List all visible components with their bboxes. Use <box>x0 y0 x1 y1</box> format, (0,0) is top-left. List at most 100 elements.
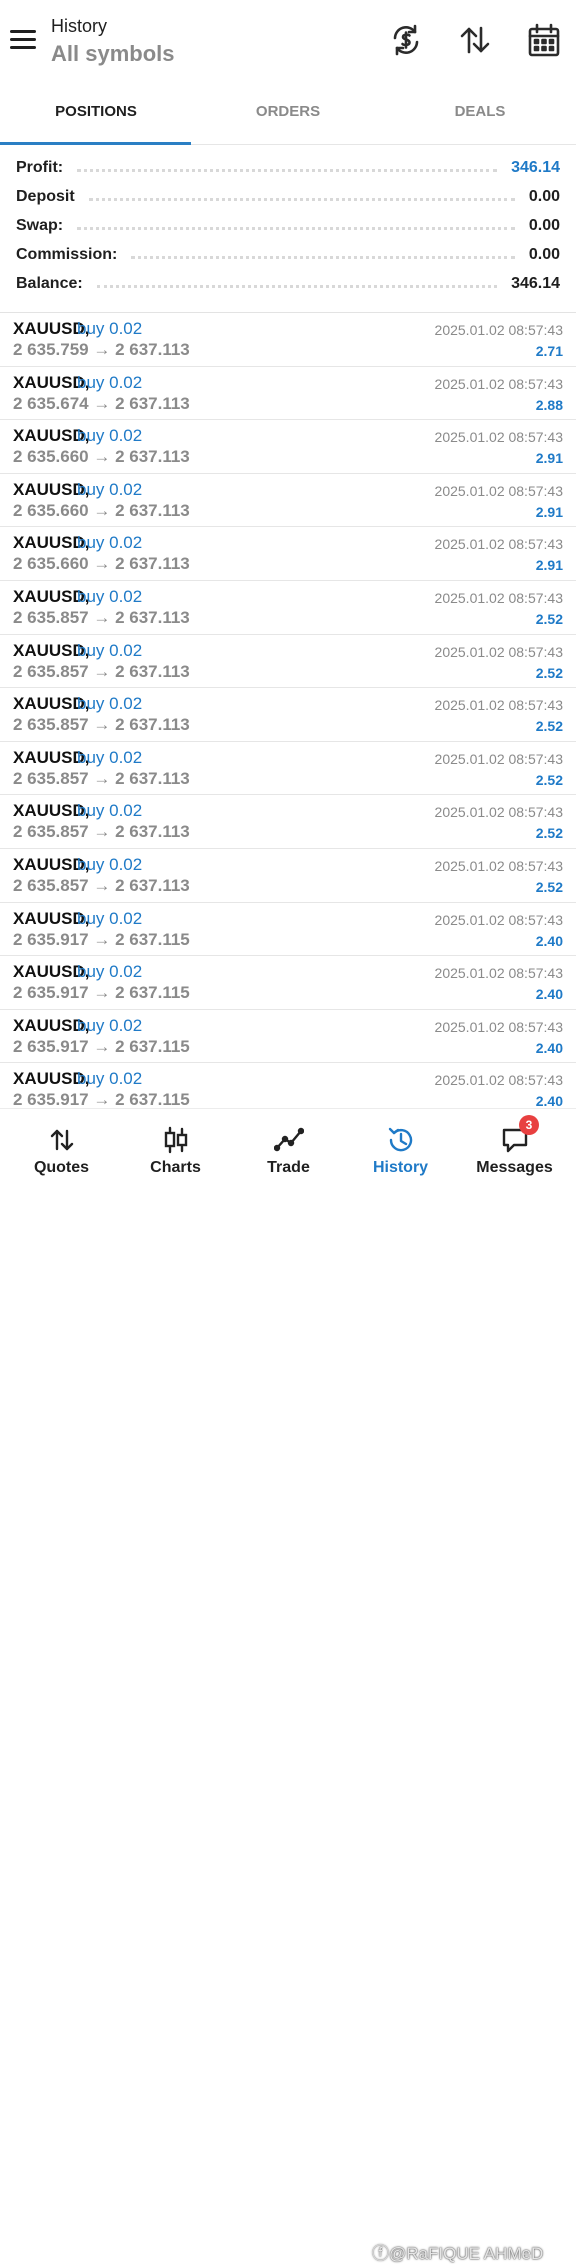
position-profit: 2.40 <box>535 1039 563 1056</box>
position-row[interactable]: XAUUSD, buy 0.02 2 635.759 → 2 637.113 2… <box>0 313 576 367</box>
nav-trade[interactable]: Trade <box>231 1109 346 1183</box>
position-profit: 2.52 <box>535 825 563 842</box>
position-prices: 2 635.857 → 2 637.113 <box>13 661 190 681</box>
profit-label: Profit: <box>16 159 64 176</box>
currency-sync-icon[interactable] <box>388 22 424 58</box>
hamburger-menu-icon[interactable] <box>10 30 36 52</box>
position-row[interactable]: XAUUSD, buy 0.02 2 635.917 → 2 637.115 2… <box>0 1010 576 1064</box>
swap-label: Swap: <box>16 217 64 234</box>
position-profit: 2.91 <box>535 503 563 520</box>
position-row[interactable]: XAUUSD, buy 0.02 2 635.917 → 2 637.115 2… <box>0 956 576 1010</box>
active-tab-indicator <box>0 142 191 145</box>
tab-deals[interactable]: DEALS <box>384 88 576 142</box>
position-prices: 2 635.857 → 2 637.113 <box>13 607 190 627</box>
position-row[interactable]: XAUUSD, buy 0.02 2 635.857 → 2 637.113 2… <box>0 849 576 903</box>
position-time: 2025.01.02 08:57:43 <box>434 965 563 982</box>
position-row[interactable]: XAUUSD, buy 0.02 2 635.857 → 2 637.113 2… <box>0 635 576 689</box>
position-row[interactable]: XAUUSD, buy 0.02 2 635.660 → 2 637.113 2… <box>0 527 576 581</box>
position-time: 2025.01.02 08:57:43 <box>434 536 563 553</box>
position-prices: 2 635.660 → 2 637.113 <box>13 554 190 574</box>
position-prices: 2 635.917 → 2 637.115 <box>13 983 190 1003</box>
position-time: 2025.01.02 08:57:43 <box>434 1072 563 1089</box>
position-direction: buy 0.02 <box>77 1069 143 1089</box>
position-profit: 2.91 <box>535 557 563 574</box>
position-direction: buy 0.02 <box>77 747 143 767</box>
trade-icon <box>273 1125 304 1155</box>
page-title: History <box>51 16 108 36</box>
nav-label: Trade <box>267 1159 310 1176</box>
position-row[interactable]: XAUUSD, buy 0.02 2 635.857 → 2 637.113 2… <box>0 581 576 635</box>
summary-row-profit: Profit: 346.14 <box>16 154 560 182</box>
tab-orders[interactable]: ORDERS <box>192 88 384 142</box>
position-prices: 2 635.857 → 2 637.113 <box>13 768 190 788</box>
symbol-filter[interactable]: All symbols <box>51 39 174 69</box>
position-profit: 2.88 <box>535 396 563 413</box>
dotted-leader <box>96 284 498 288</box>
title-block[interactable]: History All symbols <box>51 14 174 69</box>
position-time: 2025.01.02 08:57:43 <box>434 429 563 446</box>
dotted-leader <box>77 226 515 230</box>
nav-label: Charts <box>150 1159 201 1176</box>
nav-messages[interactable]: 3 Messages <box>457 1109 572 1183</box>
position-row[interactable]: XAUUSD, buy 0.02 2 635.857 → 2 637.113 2… <box>0 795 576 849</box>
position-prices: 2 635.674 → 2 637.113 <box>13 393 190 413</box>
commission-label: Commission: <box>16 246 118 263</box>
dotted-leader <box>131 255 515 259</box>
nav-quotes[interactable]: Quotes <box>4 1109 119 1183</box>
position-time: 2025.01.02 08:57:43 <box>434 911 563 928</box>
summary-row-deposit: Deposit 0.00 <box>16 183 560 211</box>
position-profit: 2.52 <box>535 771 563 788</box>
position-prices: 2 635.857 → 2 637.113 <box>13 875 190 895</box>
calendar-icon[interactable] <box>526 22 562 58</box>
nav-history[interactable]: History <box>343 1109 458 1183</box>
sort-icon[interactable] <box>457 22 493 58</box>
position-profit: 2.52 <box>535 718 563 735</box>
position-direction: buy 0.02 <box>77 908 143 928</box>
nav-label: History <box>372 1159 429 1176</box>
position-row[interactable]: XAUUSD, buy 0.02 2 635.660 → 2 637.113 2… <box>0 474 576 528</box>
dotted-leader <box>88 197 515 201</box>
position-time: 2025.01.02 08:57:43 <box>434 643 563 660</box>
position-time: 2025.01.02 08:57:43 <box>434 750 563 767</box>
profit-value: 346.14 <box>511 159 560 176</box>
position-prices: 2 635.917 → 2 637.115 <box>13 929 190 949</box>
position-prices: 2 635.917 → 2 637.115 <box>13 1036 190 1056</box>
dotted-leader <box>77 168 498 172</box>
position-direction: buy 0.02 <box>77 319 143 338</box>
position-direction: buy 0.02 <box>77 586 143 606</box>
tab-positions[interactable]: POSITIONS <box>0 88 192 142</box>
position-row[interactable]: XAUUSD, buy 0.02 2 635.674 → 2 637.113 2… <box>0 367 576 421</box>
position-prices: 2 635.857 → 2 637.113 <box>13 822 190 842</box>
position-profit: 2.91 <box>535 450 563 467</box>
position-prices: 2 635.759 → 2 637.113 <box>13 340 190 359</box>
position-direction: buy 0.02 <box>77 372 143 392</box>
position-row[interactable]: XAUUSD, buy 0.02 2 635.917 → 2 637.115 2… <box>0 903 576 957</box>
unread-badge: 3 <box>519 1115 539 1135</box>
position-profit: 2.52 <box>535 878 563 895</box>
position-direction: buy 0.02 <box>77 801 143 821</box>
position-time: 2025.01.02 08:57:43 <box>434 589 563 606</box>
position-row[interactable]: XAUUSD, buy 0.02 2 635.857 → 2 637.113 2… <box>0 688 576 742</box>
position-profit: 2.40 <box>535 932 563 949</box>
nav-charts[interactable]: Charts <box>118 1109 233 1183</box>
summary-row-commission: Commission: 0.00 <box>16 241 560 269</box>
deposit-value: 0.00 <box>528 188 560 205</box>
account-summary: Profit: 346.14 Deposit 0.00 Swap: 0.00 C… <box>0 154 576 313</box>
charts-icon <box>161 1125 191 1155</box>
position-direction: buy 0.02 <box>77 1015 143 1035</box>
quotes-icon <box>47 1125 77 1155</box>
position-prices: 2 635.660 → 2 637.113 <box>13 447 190 467</box>
position-row[interactable]: XAUUSD, buy 0.02 2 635.857 → 2 637.113 2… <box>0 742 576 796</box>
position-time: 2025.01.02 08:57:43 <box>434 804 563 821</box>
position-prices: 2 635.857 → 2 637.113 <box>13 715 190 735</box>
swap-value: 0.00 <box>528 217 560 234</box>
watermark-text: ⓕ@RaFIQUE AHMeD <box>372 2244 544 2263</box>
position-profit: 2.40 <box>535 1093 563 1110</box>
app-header: History All symbols <box>0 0 576 84</box>
position-row[interactable]: XAUUSD, buy 0.02 2 635.660 → 2 637.113 2… <box>0 420 576 474</box>
summary-row-swap: Swap: 0.00 <box>16 212 560 240</box>
balance-value: 346.14 <box>511 275 560 292</box>
position-time: 2025.01.02 08:57:43 <box>434 482 563 499</box>
position-direction: buy 0.02 <box>77 962 143 982</box>
positions-list: XAUUSD, buy 0.02 2 635.759 → 2 637.113 2… <box>0 313 576 1117</box>
